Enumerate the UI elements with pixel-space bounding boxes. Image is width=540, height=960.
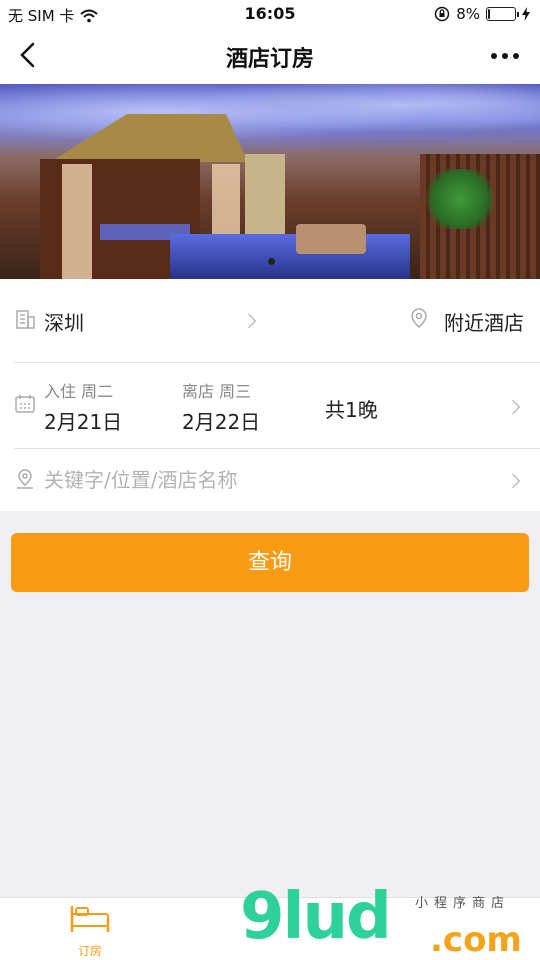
checkout-date[interactable]: 2月22日 [182,406,260,435]
checkin-date[interactable]: 2月21日 [44,406,122,435]
chevron-right-icon[interactable] [241,313,257,329]
building-icon [16,310,35,329]
banner-pool [170,234,410,279]
battery-icon [486,7,519,21]
map-pin-icon [17,469,33,489]
checkout-label: 离店 周三 [182,382,252,401]
watermark-com: .com [430,920,522,960]
banner-plant [420,169,500,229]
watermark-logo: 9lud .com 小程序商店 [240,882,540,960]
chevron-right-icon[interactable] [505,473,521,489]
battery-fill [488,9,490,19]
calendar-icon [15,395,35,413]
status-bar: 无 SIM 卡 16:05 8% [0,0,540,28]
watermark-main: 9lud [240,880,392,954]
tab-booking[interactable]: 订房 [40,904,140,959]
checkin-label: 入住 周二 [44,382,114,401]
location-row: 深圳 附近酒店 [0,279,540,363]
query-button[interactable]: 查询 [11,533,529,592]
search-row [0,449,540,511]
search-input[interactable] [44,463,474,497]
chevron-right-icon[interactable] [505,399,521,415]
city-selector[interactable]: 深圳 [44,307,84,336]
date-row[interactable]: 入住 周二 2月21日 离店 周三 2月22日 共1晚 [0,363,540,449]
tab-label: 订房 [77,944,102,958]
carousel-indicator-dot[interactable] [268,258,275,265]
banner-curtain [62,164,92,279]
watermark-small: 小程序商店 [415,896,511,911]
nav-bar: 酒店订房 [0,28,540,84]
nearby-hotels-button[interactable]: 附近酒店 [444,307,524,336]
orientation-lock-icon [434,6,450,22]
banner-tub [296,224,366,254]
battery-percent: 8% [456,5,480,23]
bed-icon [70,906,110,932]
more-dots-icon[interactable] [490,42,520,67]
page-title: 酒店订房 [225,47,314,72]
location-pin-icon [411,308,427,328]
charging-icon [522,7,530,21]
nights-count: 共1晚 [325,398,378,422]
hotel-banner-image[interactable] [0,84,540,279]
status-right: 8% [434,5,530,23]
